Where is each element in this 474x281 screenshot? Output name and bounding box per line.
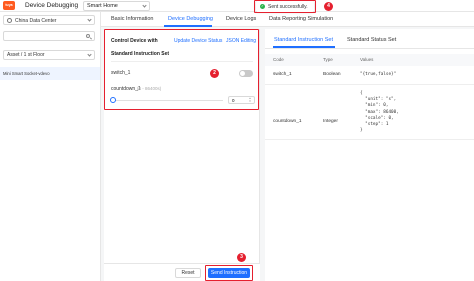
row-2-values: { "unit": "s", "min": 0, "max": 86400, "… — [360, 91, 399, 134]
row-divider — [265, 139, 474, 140]
step-badge-3: 3 — [237, 253, 246, 262]
row-2-type: Integer — [323, 119, 338, 124]
search-input[interactable] — [6, 33, 84, 40]
device-list-item[interactable]: Mini Smart Socket-vdevo — [0, 67, 100, 80]
highlight-box-3 — [205, 265, 253, 281]
space-select-value: Asset / 1 st Floor — [7, 52, 45, 58]
chevron-down-icon — [87, 52, 92, 57]
tabs-bar: Basic Information Device Debugging Devic… — [101, 12, 474, 27]
reset-button[interactable]: Reset — [175, 268, 201, 278]
step-badge-4: 4 — [324, 2, 333, 11]
tab-device-debugging[interactable]: Device Debugging — [168, 16, 213, 22]
row-1-type: Boolean — [323, 72, 341, 77]
highlight-box-2 — [104, 29, 259, 110]
row-1-code: switch_1 — [273, 72, 292, 77]
column-header-type: Type — [323, 57, 333, 62]
tuya-logo: tuya — [3, 1, 15, 10]
page-title: Device Debugging — [25, 2, 79, 9]
device-search[interactable] — [3, 31, 95, 41]
row-2-code: countdown_1 — [273, 119, 302, 124]
highlight-box-4 — [254, 0, 316, 13]
region-select[interactable]: China Data Center — [3, 15, 95, 25]
active-tab-indicator — [164, 25, 212, 27]
row-1-values: "{true,false}" — [360, 72, 397, 77]
row-divider — [265, 84, 474, 85]
debug-panel: Control Device with Update Device Status… — [104, 29, 260, 281]
instruction-set-panel: Standard Instruction Set Standard Status… — [265, 29, 474, 281]
globe-icon — [7, 18, 12, 23]
tab-basic-information[interactable]: Basic Information — [111, 16, 154, 22]
step-badge-2: 2 — [210, 69, 219, 78]
divider — [265, 48, 474, 49]
tab-device-logs[interactable]: Device Logs — [226, 16, 256, 22]
space-select[interactable]: Asset / 1 st Floor — [3, 50, 95, 60]
table-header: Code Type Values — [265, 54, 474, 66]
tab-standard-instruction-set[interactable]: Standard Instruction Set — [274, 37, 333, 43]
chevron-down-icon — [87, 17, 92, 22]
tab-standard-status-set[interactable]: Standard Status Set — [347, 37, 396, 43]
chevron-down-icon — [142, 3, 147, 8]
action-footer: Reset Send Instruction — [104, 263, 260, 281]
project-select-value: Smart Home — [87, 3, 118, 9]
tab-data-reporting-simulation[interactable]: Data Reporting Simulation — [269, 16, 333, 22]
project-select[interactable]: Smart Home — [83, 1, 150, 11]
search-icon[interactable] — [86, 34, 90, 38]
column-header-code: Code — [273, 57, 284, 62]
device-sidebar: China Data Center Asset / 1 st Floor Min… — [0, 12, 101, 281]
column-header-values: Values — [360, 57, 374, 62]
region-select-value: China Data Center — [15, 17, 57, 24]
top-bar: tuya Device Debugging Smart Home — [0, 0, 474, 12]
